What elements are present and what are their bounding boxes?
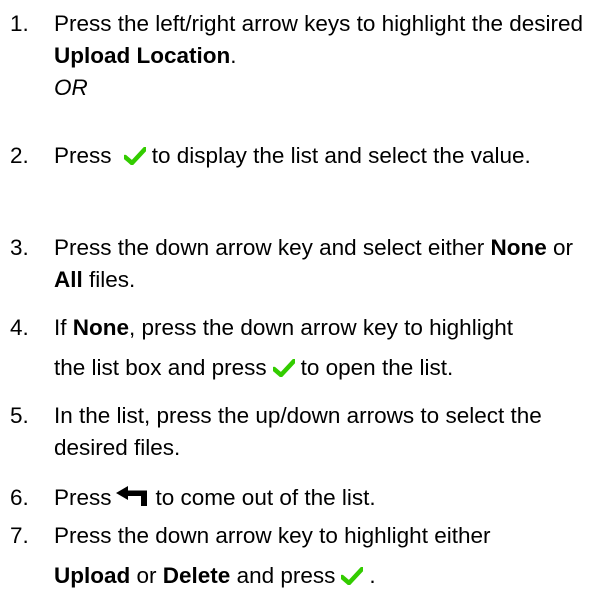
step-text-part: Press the down arrow key to highlight ei… (54, 523, 491, 548)
step-number: 5. (10, 403, 29, 428)
check-icon (341, 567, 364, 585)
return-arrow-icon (115, 486, 147, 506)
step-number: 2. (10, 143, 29, 168)
step-text: Press to display the list and select the… (54, 140, 600, 172)
step-text-part: Press the left/right arrow keys to highl… (54, 11, 584, 36)
step-text-part: If (54, 315, 73, 340)
step-text-part: and press (230, 563, 336, 588)
step-text: If None, press the down arrow key to hig… (54, 312, 600, 384)
step-text-part: files. (82, 267, 136, 292)
step-text: In the list, press the up/down arrows to… (54, 403, 542, 460)
step-number: 6. (10, 485, 29, 510)
step-text-part: or (130, 563, 163, 588)
step-text: Press the left/right arrow keys to highl… (54, 8, 600, 72)
step-text-part: the list box and press (54, 355, 267, 380)
step-bold-term: None (72, 315, 130, 340)
step-number: 7. (10, 523, 29, 548)
check-icon (272, 359, 295, 377)
step-text-part: , press the down arrow key to highlight (129, 315, 513, 340)
step-bold-term: Delete (162, 563, 231, 588)
step-text-part: Press (54, 143, 112, 168)
step-number: 4. (10, 315, 29, 340)
step-text-part: . (369, 563, 376, 588)
step-bold-term: All (54, 267, 83, 292)
step-bold-term: Upload (54, 563, 131, 588)
step-number: 1. (10, 11, 29, 36)
step-number: 3. (10, 235, 29, 260)
step-text-part: or (546, 235, 573, 260)
step-text-part: Press (54, 485, 112, 510)
step-bold-term: None (490, 235, 547, 260)
step-text: Press the down arrow key to highlight ei… (54, 520, 600, 592)
step-text-part: Press the down arrow key and select eith… (54, 235, 491, 260)
step-text-part: . (230, 43, 237, 68)
step-text: Press the down arrow key and select eith… (54, 232, 600, 296)
step-text: Press to come out of the list. (54, 482, 600, 514)
step-line-2: Upload or Delete and press. (54, 560, 600, 592)
step-text-part: to come out of the list. (155, 485, 376, 510)
check-icon (123, 147, 146, 165)
step-text-part: to display the list and select the value… (151, 143, 531, 168)
step-text-part: to open the list. (300, 355, 454, 380)
or-separator: OR (54, 75, 88, 100)
step-bold-term: Upload Location (54, 43, 231, 68)
step-line-2: the list box and press to open the list. (54, 352, 600, 384)
